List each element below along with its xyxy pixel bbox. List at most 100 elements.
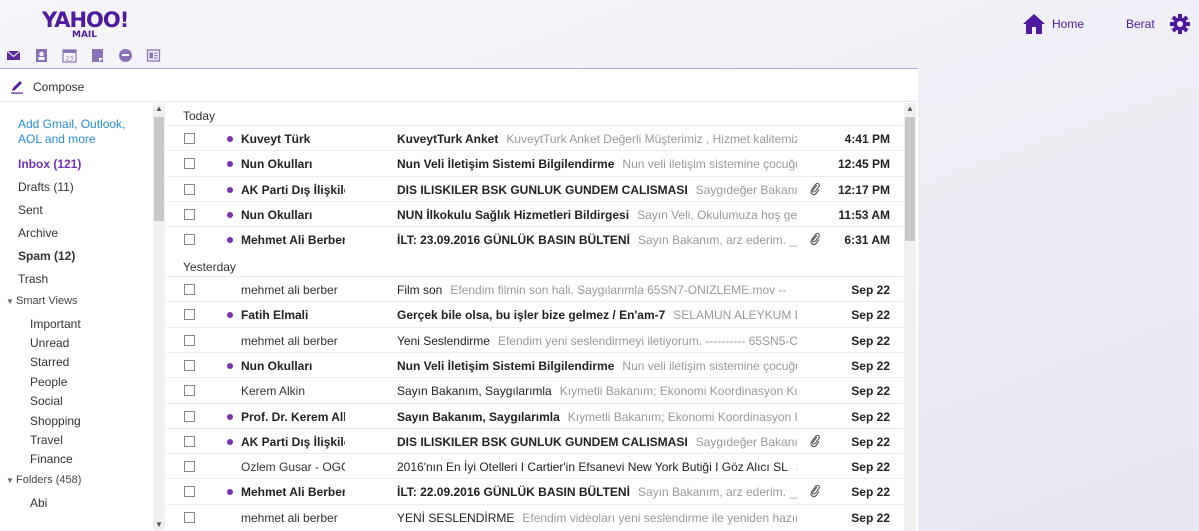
yahoo-mail-logo[interactable]: YAHOO! MAIL (42, 8, 129, 40)
unread-dot-icon[interactable] (227, 362, 233, 369)
select-checkbox[interactable] (184, 334, 195, 346)
sidebar-scrollbar[interactable]: ▲ ▼ (153, 103, 165, 531)
scrollbar-thumb[interactable] (154, 117, 164, 221)
unread-dot-icon[interactable] (227, 489, 233, 496)
select-checkbox[interactable] (184, 461, 195, 473)
select-checkbox[interactable] (184, 183, 195, 195)
message-summary: Nun Veli İletişim Sistemi Bilgilendirme N… (397, 359, 797, 373)
message-list-scrollbar[interactable]: ▲ (904, 103, 916, 531)
select-checkbox[interactable] (184, 435, 195, 447)
smart-view-finance[interactable]: Finance (30, 452, 73, 466)
smart-views-toggle[interactable]: ▼ Smart Views (6, 295, 78, 307)
sidebar-item-sent[interactable]: Sent (18, 203, 43, 217)
unread-dot-icon[interactable] (227, 438, 233, 445)
message-subject: DIS ILISKILER BSK GUNLUK GUNDEM CALISMAS… (397, 434, 688, 449)
smart-view-social[interactable]: Social (30, 394, 63, 408)
user-name[interactable]: Berat (1126, 17, 1155, 31)
message-row[interactable]: Kerem Alkin Sayın Bakanım, Saygılarımla Kı… (167, 377, 903, 403)
contacts-icon[interactable] (34, 48, 49, 63)
smart-view-unread[interactable]: Unread (30, 336, 69, 350)
message-row[interactable]: mehmet ali berber Yeni Seslendirme Efendim… (167, 326, 903, 353)
message-preview: Kıymetli Bakanım; Ekonomi Koordinasyon K… (567, 409, 797, 424)
message-row[interactable]: mehmet ali berber Film son Efendim filmin … (167, 276, 903, 302)
message-row[interactable]: Prof. Dr. Kerem Alkin Sayın Bakanım, Sayg… (167, 402, 903, 429)
paperclip-icon (810, 485, 820, 498)
message-preview: Saygıdeğer Bakanımız; Ekte (695, 434, 797, 449)
unread-dot-icon[interactable] (227, 161, 233, 168)
unread-dot-icon[interactable] (227, 136, 233, 142)
sidebar-item-trash[interactable]: Trash (18, 272, 48, 286)
message-preview: Nun veli iletişim sistemine çocuğunuzl (622, 157, 797, 172)
notepad-icon[interactable] (90, 48, 105, 63)
messenger-icon[interactable] (118, 48, 133, 63)
message-sender: Ozlem Gusar - OGC (241, 460, 345, 475)
message-row[interactable]: Nun Okulları NUN İlkokulu Sağlık Hizmetle… (167, 200, 903, 227)
home-icon[interactable] (1022, 13, 1046, 35)
message-row[interactable]: Mehmet Ali Berber İLT: 23.09.2016 GÜNLÜK … (167, 226, 903, 252)
select-checkbox[interactable] (184, 208, 195, 220)
message-row[interactable]: mehmet ali berber YENİ SESLENDİRME Efendim… (167, 503, 903, 530)
compose-label: Compose (33, 80, 85, 94)
select-checkbox[interactable] (184, 234, 195, 246)
group-label: Today (183, 109, 216, 123)
message-summary: DIS ILISKILER BSK GUNLUK GUNDEM CALISMAS… (397, 435, 797, 449)
message-summary: DIS ILISKILER BSK GUNLUK GUNDEM CALISMAS… (397, 183, 797, 197)
message-sender: AK Parti Dış İlişkiler (241, 182, 345, 197)
group-header-yesterday: Yesterday (167, 254, 903, 276)
smart-view-people[interactable]: People (30, 375, 67, 389)
smart-view-starred[interactable]: Starred (30, 355, 69, 369)
message-time: Sep 22 (851, 434, 890, 449)
sidebar-item-inbox[interactable]: Inbox (121) (18, 157, 81, 171)
newsfeed-icon[interactable] (146, 48, 161, 63)
calendar-icon[interactable]: 23 (62, 48, 77, 63)
sidebar-item-archive[interactable]: Archive (18, 226, 58, 240)
message-row[interactable]: Mehmet Ali Berber İLT: 22.09.2016 GÜNLÜK … (167, 478, 903, 504)
scrollbar-thumb[interactable] (905, 117, 915, 241)
smart-view-shopping[interactable]: Shopping (30, 414, 81, 428)
message-sender: mehmet ali berber (241, 283, 338, 297)
message-preview: Kıymetli Bakanım; Ekonomi Koordinasyon K… (559, 384, 797, 399)
select-checkbox[interactable] (184, 284, 195, 295)
add-accounts-link[interactable]: Add Gmail, Outlook, AOL and more (18, 117, 148, 147)
message-row[interactable]: Nun Okulları Nun Veli İletişim Sistemi Bi… (167, 351, 903, 378)
select-checkbox[interactable] (184, 511, 195, 523)
unread-dot-icon[interactable] (227, 413, 233, 420)
message-row[interactable]: AK Parti Dış İlişkiler DIS ILISKILER BSK … (167, 427, 903, 454)
unread-dot-icon[interactable] (227, 211, 233, 218)
unread-dot-icon[interactable] (227, 312, 233, 319)
message-subject: Sayın Bakanım, Saygılarımla (397, 409, 560, 424)
message-row[interactable]: Nun Okulları Nun Veli İletişim Sistemi Bi… (167, 150, 903, 176)
message-row[interactable]: Kuveyt Türk KuveytTurk Anket KuveytTurk An… (167, 125, 903, 151)
select-checkbox[interactable] (184, 133, 195, 144)
chevron-down-icon: ▼ (6, 476, 14, 485)
message-row[interactable]: Ozlem Gusar - OGC 2016'nın En İyi Oteller… (167, 453, 903, 479)
unread-dot-icon[interactable] (227, 237, 233, 244)
select-checkbox[interactable] (184, 158, 195, 170)
compose-divider (0, 101, 918, 102)
select-checkbox[interactable] (184, 486, 195, 498)
scroll-up-icon[interactable]: ▲ (153, 103, 165, 115)
scroll-up-icon[interactable]: ▲ (904, 103, 916, 115)
message-subject: DIS ILISKILER BSK GUNLUK GUNDEM CALISMAS… (397, 182, 688, 197)
message-subject: Sayın Bakanım, Saygılarımla (397, 384, 552, 399)
sidebar-item-drafts[interactable]: Drafts (11) (18, 180, 74, 194)
message-time: Sep 22 (851, 485, 890, 500)
folders-toggle[interactable]: ▼ Folders (458) (6, 474, 81, 486)
message-row[interactable]: Fatih Elmali Gerçek bile olsa, bu işler b… (167, 301, 903, 327)
home-link[interactable]: Home (1052, 17, 1084, 31)
message-summary: Nun Veli İletişim Sistemi Bilgilendirme N… (397, 157, 797, 171)
select-checkbox[interactable] (184, 359, 195, 371)
sidebar-item-spam[interactable]: Spam (12) (18, 249, 75, 263)
unread-dot-icon[interactable] (227, 186, 233, 193)
gear-icon[interactable] (1169, 13, 1191, 35)
message-row[interactable]: AK Parti Dış İlişkiler DIS ILISKILER BSK … (167, 175, 903, 202)
smart-view-travel[interactable]: Travel (30, 433, 63, 447)
select-checkbox[interactable] (184, 309, 195, 321)
select-checkbox[interactable] (184, 410, 195, 422)
select-checkbox[interactable] (184, 385, 195, 397)
mail-icon[interactable] (6, 48, 21, 63)
scroll-down-icon[interactable]: ▼ (153, 519, 165, 531)
smart-view-important[interactable]: Important (30, 317, 81, 331)
folder-item-abi[interactable]: Abi (30, 496, 47, 510)
message-preview: Efendim yeni seslendirmeyi iletiyorum. -… (497, 333, 797, 348)
